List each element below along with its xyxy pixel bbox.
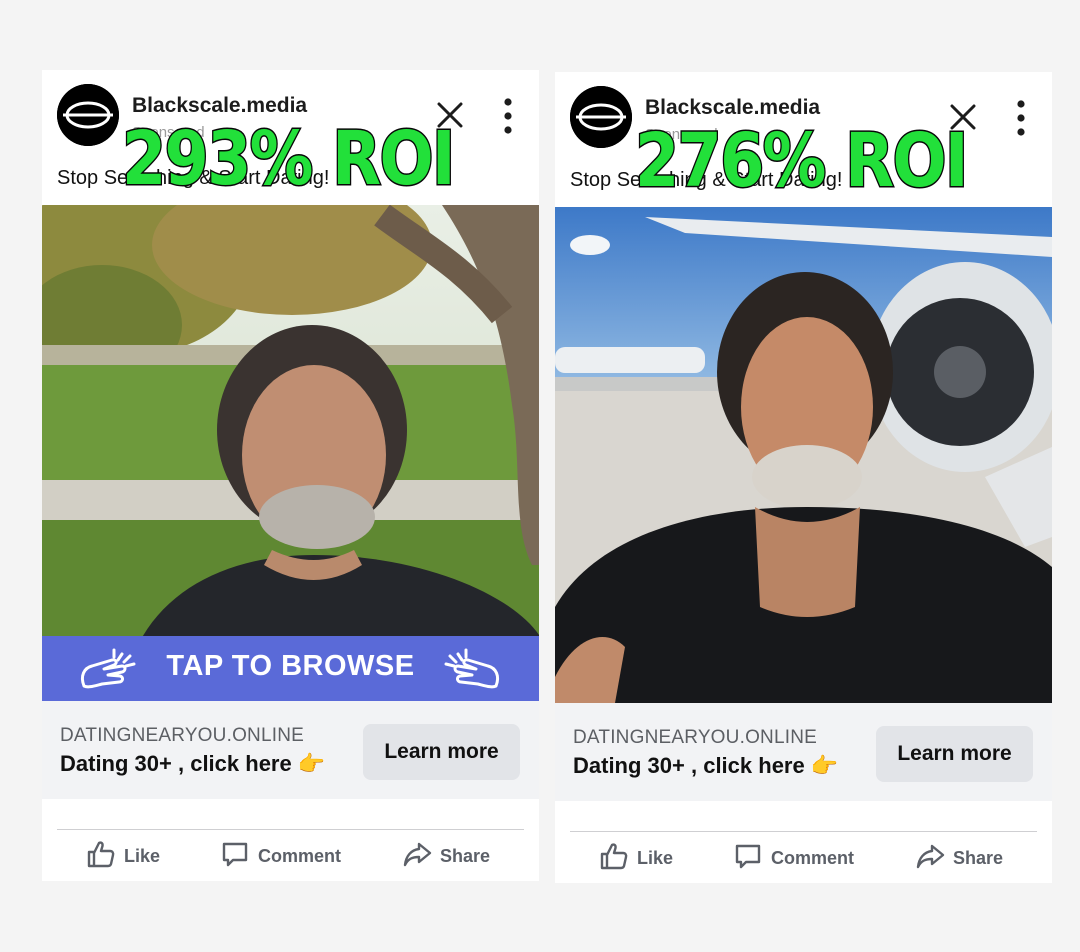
share-label: Share: [440, 845, 491, 866]
comment-label: Comment: [258, 845, 342, 866]
share-label: Share: [953, 847, 1004, 868]
link-headline: Dating 30+ , click here 👉: [573, 753, 839, 778]
ad-image-jet[interactable]: [555, 207, 1052, 703]
more-icon[interactable]: [498, 96, 518, 136]
comment-button[interactable]: Comment: [733, 840, 854, 876]
ad-card-left: Blackscale.media Sponsored Stop Searchin…: [42, 70, 539, 881]
share-button[interactable]: Share: [915, 840, 1003, 876]
roi-overlay: 276% ROI: [634, 118, 970, 204]
action-bar: Like Comment Share: [555, 832, 1052, 883]
action-bar: Like Comment Share: [42, 830, 539, 881]
link-domain: DATINGNEARYOU.ONLINE: [573, 727, 818, 748]
page-avatar[interactable]: [57, 84, 119, 146]
like-button[interactable]: Like: [599, 840, 673, 876]
comment-icon: [220, 839, 250, 874]
like-icon: [86, 839, 116, 874]
like-button[interactable]: Like: [86, 838, 160, 874]
comment-icon: [733, 841, 763, 876]
page-avatar[interactable]: [570, 86, 632, 148]
share-icon: [915, 841, 945, 876]
like-label: Like: [637, 847, 674, 868]
ad-header: Blackscale.media Sponsored Stop Searchin…: [42, 70, 539, 205]
ad-card-right: Blackscale.media Sponsored Stop Searchin…: [555, 72, 1052, 883]
link-preview-bar[interactable]: DATINGNEARYOU.ONLINE Dating 30+ , click …: [42, 701, 539, 799]
like-icon: [599, 841, 629, 876]
link-preview-bar[interactable]: DATINGNEARYOU.ONLINE Dating 30+ , click …: [555, 703, 1052, 801]
like-label: Like: [124, 845, 161, 866]
ad-header: Blackscale.media Sponsored Stop Searchin…: [555, 72, 1052, 207]
share-icon: [402, 839, 432, 874]
page-name[interactable]: Blackscale.media: [132, 94, 307, 118]
roi-overlay: 293% ROI: [121, 116, 457, 202]
tap-to-browse-banner[interactable]: TAP TO BROWSE: [42, 636, 539, 701]
tap-hand-icon: [438, 646, 502, 695]
share-button[interactable]: Share: [402, 838, 490, 874]
ad-image-park[interactable]: [42, 205, 539, 701]
link-domain: DATINGNEARYOU.ONLINE: [60, 725, 305, 746]
comment-button[interactable]: Comment: [220, 838, 341, 874]
link-headline: Dating 30+ , click here 👉: [60, 751, 326, 776]
more-icon[interactable]: [1011, 98, 1031, 138]
page-name[interactable]: Blackscale.media: [645, 96, 820, 120]
learn-more-button[interactable]: Learn more: [363, 724, 520, 780]
comment-label: Comment: [771, 847, 855, 868]
learn-more-button[interactable]: Learn more: [876, 726, 1033, 782]
